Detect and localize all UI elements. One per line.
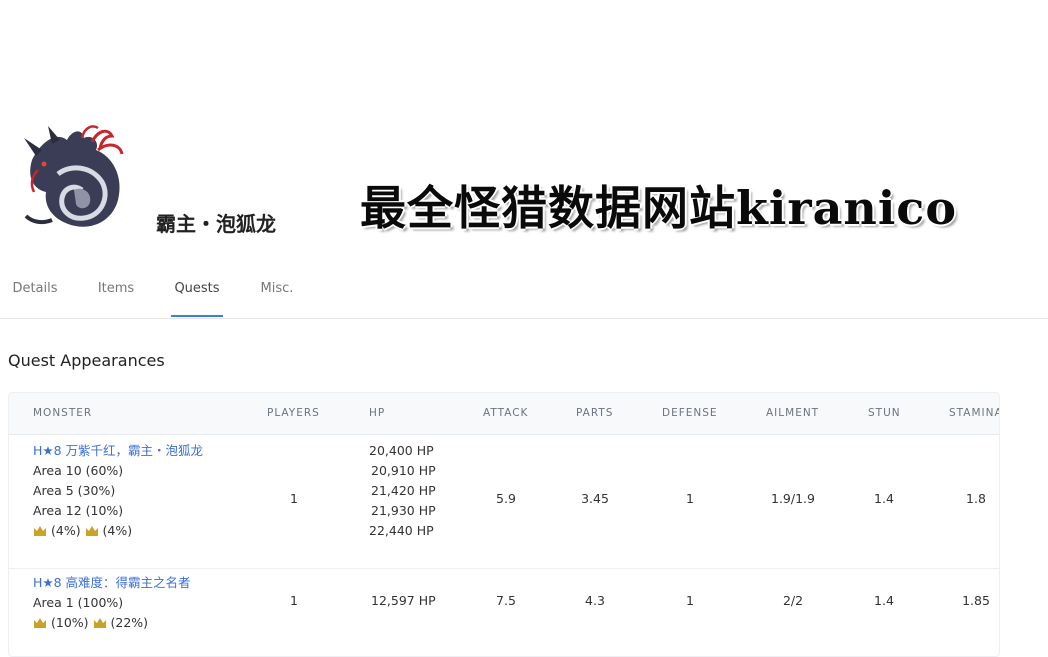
tab-misc[interactable]: Misc.	[259, 281, 295, 317]
large-crown-chance: (4%)	[102, 523, 133, 538]
quest-link[interactable]: H★8 万紫千红，霸主・泡狐龙	[33, 441, 203, 461]
column-header-parts: PARTS	[576, 407, 614, 419]
area-entry: Area 12 (10%)	[33, 503, 124, 518]
crown-icon	[34, 618, 46, 628]
hp-value: 21,930 HP	[371, 503, 436, 518]
hp-value: 20,400 HP	[369, 443, 434, 458]
tab-items[interactable]: Items	[96, 281, 136, 317]
attack-cell: 5.9	[496, 491, 516, 506]
column-header-stamina: STAMINA	[949, 407, 1000, 419]
monster-cell: H★8 高难度：得霸主之名者 Area 1 (100%) (10%) (22%)	[33, 573, 191, 633]
monster-name: 霸主・泡狐龙	[156, 212, 276, 236]
monster-cell: H★8 万紫千红，霸主・泡狐龙 Area 10 (60%) Area 5 (30…	[33, 441, 203, 541]
ailment-cell: 2/2	[782, 593, 804, 608]
hp-value: 21,420 HP	[371, 483, 436, 498]
stun-cell: 1.4	[874, 491, 894, 506]
column-header-players: PLAYERS	[267, 407, 320, 419]
tab-bar: Details Items Quests Misc.	[0, 270, 1048, 319]
defense-cell: 1	[686, 491, 694, 506]
tab-details[interactable]: Details	[12, 281, 58, 317]
column-header-ailment: AILMENT	[766, 407, 820, 419]
small-crown-chance: (10%)	[50, 615, 89, 630]
crown-chances: (10%) (22%)	[33, 613, 191, 633]
attack-cell: 7.5	[496, 593, 516, 608]
hp-cell: 20,400 HP 20,910 HP 21,420 HP 21,930 HP …	[369, 441, 436, 541]
watermark-banner: 最全怪猎数据网站kiranico	[360, 181, 957, 235]
column-header-monster: MONSTER	[33, 407, 93, 419]
small-crown-chance: (4%)	[50, 523, 81, 538]
quest-link[interactable]: H★8 高难度：得霸主之名者	[33, 573, 191, 593]
section-title: Quest Appearances	[8, 351, 165, 370]
hp-value: 20,910 HP	[371, 463, 436, 478]
column-header-defense: DEFENSE	[662, 407, 718, 419]
defense-cell: 1	[686, 593, 694, 608]
column-header-attack: ATTACK	[483, 407, 529, 419]
large-crown-chance: (22%)	[110, 615, 149, 630]
players-cell: 1	[290, 491, 298, 506]
table-row: H★8 万紫千红，霸主・泡狐龙 Area 10 (60%) Area 5 (30…	[9, 435, 999, 569]
area-entry: Area 10 (60%)	[33, 463, 124, 478]
tab-quests[interactable]: Quests	[171, 281, 223, 317]
monster-header: 霸主・泡狐龙 最全怪猎数据网站kiranico	[0, 0, 1048, 270]
table-row: H★8 高难度：得霸主之名者 Area 1 (100%) (10%) (22%)…	[9, 569, 999, 656]
crown-icon	[34, 526, 46, 536]
players-cell: 1	[290, 593, 298, 608]
parts-cell: 4.3	[585, 593, 605, 608]
hp-value: 22,440 HP	[369, 523, 434, 538]
table-header: MONSTER PLAYERS HP ATTACK PARTS DEFENSE …	[9, 393, 1000, 435]
stamina-cell: 1.8	[966, 491, 986, 506]
monster-icon	[24, 125, 124, 227]
ailment-cell: 1.9/1.9	[771, 491, 815, 506]
crown-chances: (4%) (4%)	[33, 521, 203, 541]
parts-cell: 3.45	[581, 491, 609, 506]
quest-table: MONSTER PLAYERS HP ATTACK PARTS DEFENSE …	[8, 392, 1000, 657]
column-header-hp: HP	[369, 407, 386, 419]
area-entry: Area 1 (100%)	[33, 595, 124, 610]
hp-cell: 12,597 HP	[371, 593, 436, 608]
crown-icon	[93, 618, 106, 628]
column-header-stun: STUN	[868, 407, 901, 419]
stun-cell: 1.4	[874, 593, 894, 608]
stamina-cell: 1.85	[962, 593, 990, 608]
crown-icon	[85, 526, 98, 536]
area-entry: Area 5 (30%)	[33, 483, 116, 498]
